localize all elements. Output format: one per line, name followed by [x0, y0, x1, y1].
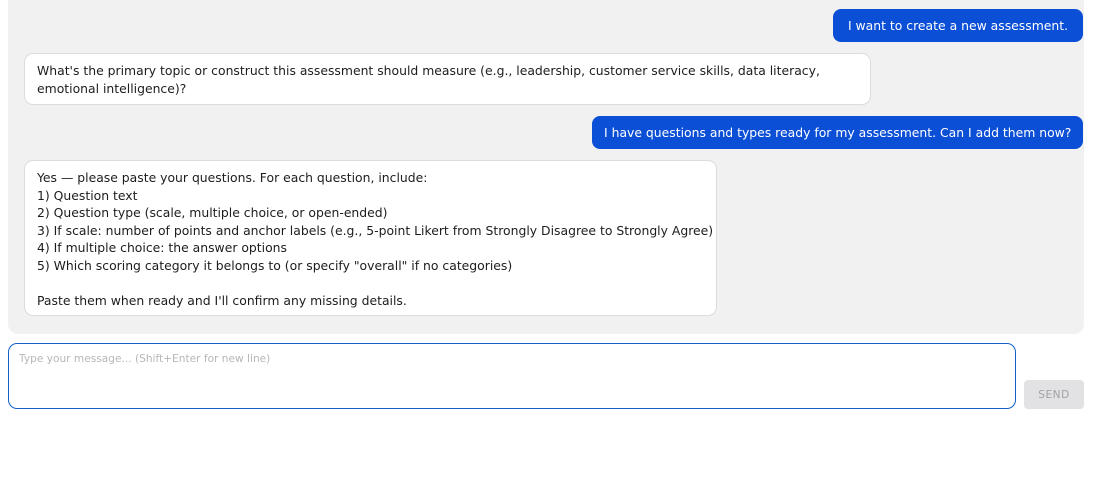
- send-button[interactable]: SEND: [1024, 380, 1084, 409]
- user-message: I want to create a new assessment.: [833, 9, 1083, 42]
- assistant-message-line: 1) Question text: [37, 187, 138, 203]
- chat-history[interactable]: I want to create a new assessment. What'…: [8, 0, 1084, 334]
- user-message-text: I want to create a new assessment.: [847, 18, 1069, 33]
- assistant-message: What's the primary topic or construct th…: [24, 53, 871, 105]
- assistant-message-line: 3) If scale: number of points and anchor…: [37, 222, 714, 238]
- assistant-message: Yes — please paste your questions. For e…: [24, 160, 717, 316]
- message-composer: [8, 343, 1016, 409]
- assistant-message-line: [37, 274, 706, 292]
- assistant-message-line: Yes — please paste your questions. For e…: [37, 170, 428, 185]
- user-message-text: I have questions and types ready for my …: [604, 125, 1072, 140]
- user-message: I have questions and types ready for my …: [592, 116, 1083, 149]
- assistant-message-line: Paste them when ready and I'll confirm a…: [37, 292, 407, 308]
- assistant-message-line: 4) If multiple choice: the answer option…: [37, 240, 287, 255]
- assistant-message-text: What's the primary topic or construct th…: [37, 63, 820, 96]
- assistant-message-line: 5) Which scoring category it belongs to …: [37, 257, 513, 273]
- assistant-message-line: 2) Question type (scale, multiple choice…: [37, 205, 388, 220]
- message-input[interactable]: [19, 353, 1005, 399]
